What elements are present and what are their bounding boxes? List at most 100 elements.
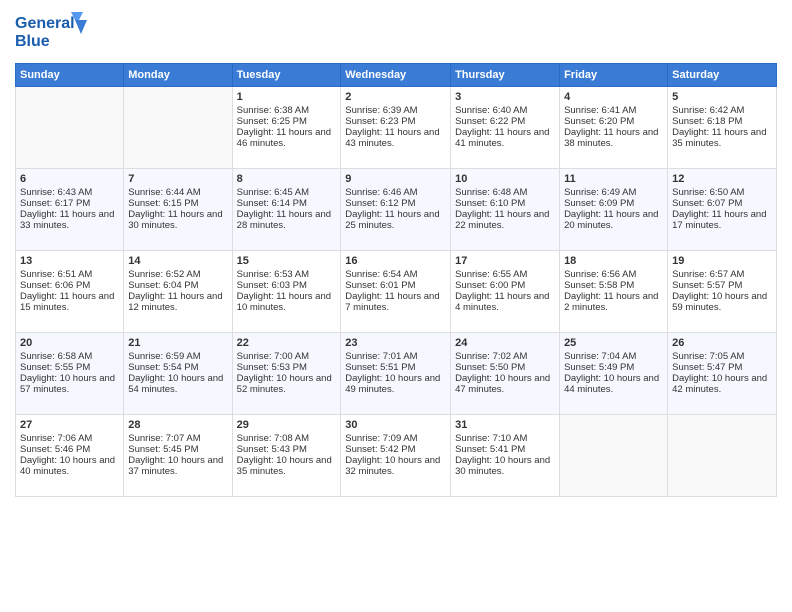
sunrise-text: Sunrise: 7:00 AM	[237, 351, 337, 362]
day-number: 16	[345, 255, 446, 267]
day-number: 28	[128, 419, 227, 431]
sunrise-text: Sunrise: 7:06 AM	[20, 433, 119, 444]
daylight-text: Daylight: 11 hours and 41 minutes.	[455, 127, 555, 149]
calendar-cell	[124, 87, 232, 169]
day-number: 26	[672, 337, 772, 349]
day-of-week-thursday: Thursday	[451, 64, 560, 87]
week-row-3: 13Sunrise: 6:51 AMSunset: 6:06 PMDayligh…	[16, 251, 777, 333]
sunset-text: Sunset: 6:10 PM	[455, 198, 555, 209]
sunset-text: Sunset: 5:41 PM	[455, 444, 555, 455]
calendar-cell: 20Sunrise: 6:58 AMSunset: 5:55 PMDayligh…	[16, 333, 124, 415]
day-number: 4	[564, 91, 663, 103]
sunrise-text: Sunrise: 6:50 AM	[672, 187, 772, 198]
day-number: 22	[237, 337, 337, 349]
calendar-cell: 26Sunrise: 7:05 AMSunset: 5:47 PMDayligh…	[668, 333, 777, 415]
sunrise-text: Sunrise: 7:07 AM	[128, 433, 227, 444]
svg-text:General: General	[15, 15, 75, 32]
sunset-text: Sunset: 6:06 PM	[20, 280, 119, 291]
sunrise-text: Sunrise: 6:53 AM	[237, 269, 337, 280]
sunset-text: Sunset: 6:18 PM	[672, 116, 772, 127]
page: General Blue SundayMondayTuesdayWednesda…	[0, 0, 792, 612]
sunset-text: Sunset: 5:57 PM	[672, 280, 772, 291]
sunset-text: Sunset: 6:22 PM	[455, 116, 555, 127]
sunset-text: Sunset: 5:53 PM	[237, 362, 337, 373]
day-of-week-saturday: Saturday	[668, 64, 777, 87]
sunrise-text: Sunrise: 6:57 AM	[672, 269, 772, 280]
week-row-4: 20Sunrise: 6:58 AMSunset: 5:55 PMDayligh…	[16, 333, 777, 415]
daylight-text: Daylight: 11 hours and 46 minutes.	[237, 127, 337, 149]
daylight-text: Daylight: 10 hours and 30 minutes.	[455, 455, 555, 477]
calendar-cell: 3 Sunrise: 6:40 AMSunset: 6:22 PMDaylight…	[451, 87, 560, 169]
calendar-cell: 21Sunrise: 6:59 AMSunset: 5:54 PMDayligh…	[124, 333, 232, 415]
sunrise-text: Sunrise: 6:48 AM	[455, 187, 555, 198]
calendar-cell: 12Sunrise: 6:50 AMSunset: 6:07 PMDayligh…	[668, 169, 777, 251]
day-number: 14	[128, 255, 227, 267]
daylight-text: Daylight: 11 hours and 35 minutes.	[672, 127, 772, 149]
daylight-text: Daylight: 10 hours and 47 minutes.	[455, 373, 555, 395]
calendar-cell: 10 Sunrise: 6:48 AMSunset: 6:10 PMDayligh…	[451, 169, 560, 251]
daylight-text: Daylight: 11 hours and 28 minutes.	[237, 209, 337, 231]
sunrise-text: Sunrise: 6:49 AM	[564, 187, 663, 198]
day-number: 19	[672, 255, 772, 267]
day-number: 9	[345, 173, 446, 185]
daylight-text: Daylight: 11 hours and 22 minutes.	[455, 209, 555, 231]
daylight-text: Daylight: 10 hours and 57 minutes.	[20, 373, 119, 395]
daylight-text: Daylight: 10 hours and 49 minutes.	[345, 373, 446, 395]
sunset-text: Sunset: 6:15 PM	[128, 198, 227, 209]
sunset-text: Sunset: 6:20 PM	[564, 116, 663, 127]
sunset-text: Sunset: 6:01 PM	[345, 280, 446, 291]
day-number: 10	[455, 173, 555, 185]
sunset-text: Sunset: 6:09 PM	[564, 198, 663, 209]
sunrise-text: Sunrise: 6:41 AM	[564, 105, 663, 116]
calendar-cell: 5Sunrise: 6:42 AMSunset: 6:18 PMDaylight…	[668, 87, 777, 169]
daylight-text: Daylight: 11 hours and 4 minutes.	[455, 291, 555, 313]
calendar-cell: 15Sunrise: 6:53 AMSunset: 6:03 PMDayligh…	[232, 251, 341, 333]
day-number: 31	[455, 419, 555, 431]
day-number: 13	[20, 255, 119, 267]
sunset-text: Sunset: 6:00 PM	[455, 280, 555, 291]
daylight-text: Daylight: 10 hours and 59 minutes.	[672, 291, 772, 313]
daylight-text: Daylight: 10 hours and 37 minutes.	[128, 455, 227, 477]
sunrise-text: Sunrise: 6:52 AM	[128, 269, 227, 280]
daylight-text: Daylight: 10 hours and 35 minutes.	[237, 455, 337, 477]
calendar-cell: 1Sunrise: 6:38 AMSunset: 6:25 PMDaylight…	[232, 87, 341, 169]
day-number: 15	[237, 255, 337, 267]
week-row-1: 1Sunrise: 6:38 AMSunset: 6:25 PMDaylight…	[16, 87, 777, 169]
day-number: 23	[345, 337, 446, 349]
sunset-text: Sunset: 5:55 PM	[20, 362, 119, 373]
sunset-text: Sunset: 6:12 PM	[345, 198, 446, 209]
days-of-week-row: SundayMondayTuesdayWednesdayThursdayFrid…	[16, 64, 777, 87]
sunset-text: Sunset: 5:51 PM	[345, 362, 446, 373]
sunrise-text: Sunrise: 6:40 AM	[455, 105, 555, 116]
week-row-5: 27 Sunrise: 7:06 AMSunset: 5:46 PM Dayligh…	[16, 415, 777, 497]
calendar-cell: 14 Sunrise: 6:52 AMSunset: 6:04 PMDayligh…	[124, 251, 232, 333]
calendar-cell: 31Sunrise: 7:10 AMSunset: 5:41 PMDayligh…	[451, 415, 560, 497]
day-number: 2	[345, 91, 446, 103]
sunrise-text: Sunrise: 6:43 AM	[20, 187, 119, 198]
day-number: 11	[564, 173, 663, 185]
sunset-text: Sunset: 5:49 PM	[564, 362, 663, 373]
day-number: 21	[128, 337, 227, 349]
sunset-text: Sunset: 5:46 PM	[20, 444, 119, 455]
day-number: 27	[20, 419, 119, 431]
sunset-text: Sunset: 6:04 PM	[128, 280, 227, 291]
daylight-text: Daylight: 10 hours and 32 minutes.	[345, 455, 446, 477]
daylight-text: Daylight: 11 hours and 43 minutes.	[345, 127, 446, 149]
day-number: 1	[237, 91, 337, 103]
day-number: 3	[455, 91, 555, 103]
day-of-week-monday: Monday	[124, 64, 232, 87]
daylight-text: Daylight: 11 hours and 12 minutes.	[128, 291, 227, 313]
day-number: 29	[237, 419, 337, 431]
sunrise-text: Sunrise: 7:08 AM	[237, 433, 337, 444]
calendar-cell: 22 Sunrise: 7:00 AMSunset: 5:53 PMDayligh…	[232, 333, 341, 415]
sunrise-text: Sunrise: 6:46 AM	[345, 187, 446, 198]
daylight-text: Daylight: 11 hours and 30 minutes.	[128, 209, 227, 231]
day-of-week-tuesday: Tuesday	[232, 64, 341, 87]
sunrise-text: Sunrise: 6:39 AM	[345, 105, 446, 116]
daylight-text: Daylight: 11 hours and 15 minutes.	[20, 291, 119, 313]
sunrise-text: Sunrise: 7:09 AM	[345, 433, 446, 444]
day-number: 20	[20, 337, 119, 349]
daylight-text: Daylight: 10 hours and 52 minutes.	[237, 373, 337, 395]
calendar-body: 1Sunrise: 6:38 AMSunset: 6:25 PMDaylight…	[16, 87, 777, 497]
svg-text:Blue: Blue	[15, 33, 50, 50]
